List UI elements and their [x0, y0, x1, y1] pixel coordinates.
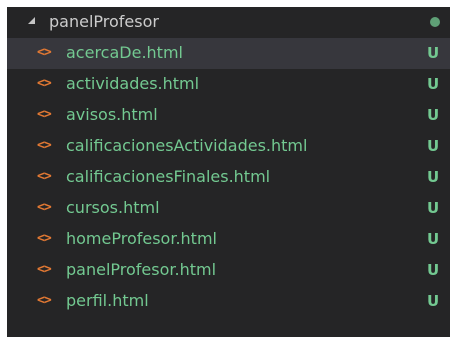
file-name-label: cursos.html: [66, 198, 160, 217]
html-file-icon: <>: [37, 45, 52, 60]
untracked-status-badge: U: [427, 168, 440, 186]
untracked-status-badge: U: [427, 230, 440, 248]
file-name-label: panelProfesor.html: [66, 260, 217, 279]
folder-row-panelprofesor[interactable]: panelProfesor: [7, 7, 450, 38]
untracked-status-badge: U: [427, 292, 440, 310]
html-file-icon: <>: [37, 262, 52, 277]
file-name-label: calificacionesActividades.html: [66, 136, 308, 155]
file-row[interactable]: <> perfil.html U: [7, 286, 450, 317]
file-row[interactable]: <> panelProfesor.html U: [7, 255, 450, 286]
html-file-icon: <>: [37, 107, 52, 122]
html-file-icon: <>: [37, 200, 52, 215]
html-file-icon: <>: [37, 138, 52, 153]
chevron-down-icon[interactable]: [28, 17, 35, 24]
untracked-status-badge: U: [427, 137, 440, 155]
file-row[interactable]: <> avisos.html U: [7, 100, 450, 131]
file-row[interactable]: <> actividades.html U: [7, 69, 450, 100]
file-name-label: avisos.html: [66, 105, 158, 124]
file-row[interactable]: <> homeProfesor.html U: [7, 224, 450, 255]
file-name-label: calificacionesFinales.html: [66, 167, 271, 186]
html-file-icon: <>: [37, 76, 52, 91]
file-explorer: panelProfesor <> acercaDe.html U <> activida…: [7, 7, 450, 337]
untracked-status-badge: U: [427, 44, 440, 62]
file-row[interactable]: <> acercaDe.html U: [7, 38, 450, 69]
file-name-label: actividades.html: [66, 74, 200, 93]
file-name-label: perfil.html: [66, 291, 149, 310]
untracked-status-badge: U: [427, 199, 440, 217]
file-row[interactable]: <> cursos.html U: [7, 193, 450, 224]
file-name-label: acercaDe.html: [66, 43, 183, 62]
folder-label: panelProfesor: [49, 12, 159, 31]
file-row[interactable]: <> calificacionesActividades.html U: [7, 131, 450, 162]
html-file-icon: <>: [37, 293, 52, 308]
untracked-status-badge: U: [427, 106, 440, 124]
modified-dot-icon: [430, 17, 440, 27]
file-row[interactable]: <> calificacionesFinales.html U: [7, 162, 450, 193]
untracked-status-badge: U: [427, 261, 440, 279]
html-file-icon: <>: [37, 169, 52, 184]
html-file-icon: <>: [37, 231, 52, 246]
file-name-label: homeProfesor.html: [66, 229, 217, 248]
untracked-status-badge: U: [427, 75, 440, 93]
